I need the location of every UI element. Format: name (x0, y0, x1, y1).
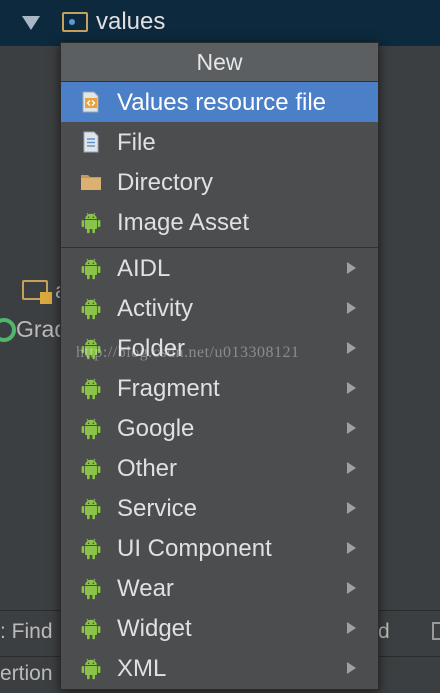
android-icon (79, 296, 103, 320)
module-folder-icon (22, 280, 52, 304)
menu-item-label: UI Component (117, 535, 272, 562)
menu-item-label: Activity (117, 295, 194, 322)
menu-item-xml[interactable]: XML (61, 648, 378, 688)
menu-item-directory[interactable]: Directory (61, 162, 378, 202)
menu-item-label: Google (117, 415, 195, 442)
menu-item-wear[interactable]: Wear (61, 568, 378, 608)
menu-item-widget[interactable]: Widget (61, 608, 378, 648)
menu-item-service[interactable]: Service (61, 488, 378, 528)
menu-item-label: Other (117, 455, 178, 482)
menu-item-label: Image Asset (117, 209, 250, 236)
expand-arrow-icon[interactable] (22, 16, 40, 30)
menu-item-label: AIDL (117, 255, 171, 282)
values-file-icon (79, 90, 103, 114)
menu-item-label: Wear (117, 575, 174, 602)
menu-item-label: Service (117, 495, 198, 522)
menu-item-label: Widget (117, 615, 192, 642)
watermark-text: http://blog.csdn.net/u013308121 (76, 344, 300, 361)
android-icon (79, 376, 103, 400)
submenu-arrow-icon (347, 622, 356, 634)
android-icon (79, 656, 103, 680)
menu-item-fragment[interactable]: Fragment (61, 368, 378, 408)
submenu-arrow-icon (347, 262, 356, 274)
tree-row-values[interactable]: values (0, 0, 440, 46)
menu-group-files: Values resource file File Directory Image A… (61, 82, 378, 242)
panel-toggle-icon[interactable] (432, 622, 440, 640)
menu-item-activity[interactable]: Activity (61, 288, 378, 328)
android-icon (79, 210, 103, 234)
submenu-arrow-icon (347, 582, 356, 594)
resource-folder-icon (62, 12, 88, 32)
submenu-arrow-icon (347, 422, 356, 434)
status-text: ertion (0, 662, 53, 685)
menu-group-android: AIDL Activity Folder Fragment Google Other Ser… (61, 248, 378, 688)
android-icon (79, 536, 103, 560)
android-icon (79, 576, 103, 600)
menu-item-label: Fragment (117, 375, 220, 402)
menu-header: New (61, 43, 378, 82)
submenu-arrow-icon (347, 542, 356, 554)
submenu-arrow-icon (347, 662, 356, 674)
folder-icon (79, 170, 103, 194)
menu-item-ui-component[interactable]: UI Component (61, 528, 378, 568)
menu-item-image-asset[interactable]: Image Asset (61, 202, 378, 242)
menu-item-file[interactable]: File (61, 122, 378, 162)
submenu-arrow-icon (347, 502, 356, 514)
menu-item-label: Values resource file (117, 89, 326, 116)
android-icon (79, 256, 103, 280)
android-icon (79, 456, 103, 480)
submenu-arrow-icon (347, 302, 356, 314)
submenu-arrow-icon (347, 382, 356, 394)
new-context-menu: New Values resource file File Directory Ima… (60, 42, 379, 690)
menu-item-values-resource-file[interactable]: Values resource file (61, 82, 378, 122)
menu-item-label: Directory (117, 169, 214, 196)
menu-item-label: File (117, 129, 156, 156)
menu-item-label: XML (117, 655, 167, 682)
android-icon (79, 616, 103, 640)
find-tab-label[interactable]: : Find (0, 620, 53, 644)
menu-item-aidl[interactable]: AIDL (61, 248, 378, 288)
gradle-icon (0, 318, 16, 342)
submenu-arrow-icon (347, 342, 356, 354)
android-icon (79, 416, 103, 440)
menu-item-other[interactable]: Other (61, 448, 378, 488)
background-toolbar-text: d (378, 620, 390, 643)
submenu-arrow-icon (347, 462, 356, 474)
menu-item-google[interactable]: Google (61, 408, 378, 448)
file-icon (79, 130, 103, 154)
tree-item-label: values (96, 8, 166, 35)
android-icon (79, 496, 103, 520)
